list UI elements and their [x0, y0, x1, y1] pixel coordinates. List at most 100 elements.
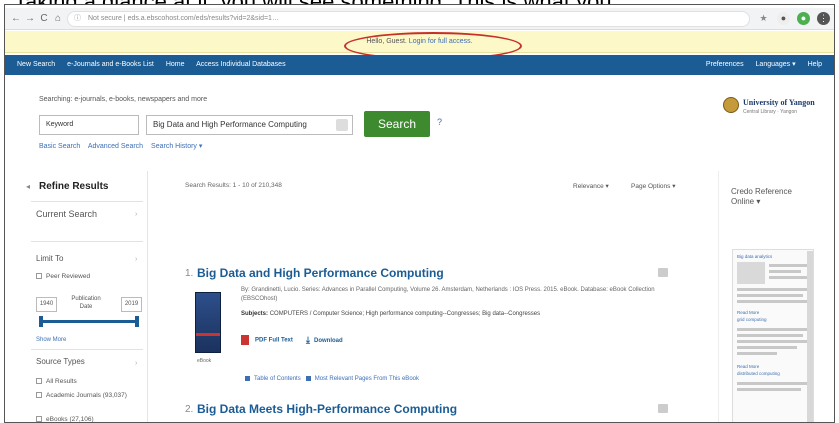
result-number: 1. — [185, 268, 194, 279]
toc-icon — [245, 376, 250, 381]
checkbox[interactable] — [36, 378, 42, 385]
checkbox[interactable] — [36, 392, 42, 399]
result-count: Search Results: 1 - 10 of 210,348 — [185, 182, 282, 189]
result-meta: By: Grandinetti, Lucio. Series: Advances… — [241, 287, 655, 302]
chevron-right-icon: › — [135, 211, 138, 218]
pdf-full-text-link[interactable]: PDF Full Text — [241, 335, 293, 345]
results-panel: Search Results: 1 - 10 of 210,348 Releva… — [165, 171, 705, 422]
search-history-link[interactable]: Search History ▾ — [151, 143, 202, 150]
text-line — [769, 264, 807, 267]
clear-icon[interactable] — [336, 119, 348, 131]
text-line — [737, 300, 807, 303]
read-more-link[interactable]: Read More — [737, 364, 759, 369]
nav-ejournals[interactable]: e-Journals and e-Books List — [67, 61, 154, 68]
text-line — [737, 334, 803, 337]
text-line — [737, 388, 801, 391]
forward-icon[interactable]: → — [23, 12, 37, 26]
basic-search-link[interactable]: Basic Search — [39, 143, 80, 150]
info-icon[interactable]: ⓘ — [74, 12, 81, 26]
year-to-input[interactable]: 2019 — [121, 297, 142, 312]
source-types-toggle[interactable]: Source Types — [36, 357, 85, 366]
nav-preferences[interactable]: Preferences — [706, 61, 744, 68]
pub-date-label: Publication Date — [71, 296, 101, 310]
text-line — [737, 382, 807, 385]
pdf-label: PDF Full Text — [255, 337, 293, 344]
university-name: University of Yangon — [743, 98, 815, 107]
nav-new-search[interactable]: New Search — [17, 61, 55, 68]
field-select[interactable]: Keyword ▾ — [39, 115, 166, 135]
relevant-pages-link[interactable]: Most Relevant Pages From This eBook — [315, 376, 419, 382]
slider-handle-min[interactable] — [39, 316, 43, 327]
relevance-dropdown[interactable]: Relevance ▾ — [573, 182, 609, 190]
date-slider[interactable] — [39, 320, 139, 323]
source-option[interactable]: Academic Journals (93,037) — [36, 392, 127, 399]
reload-icon[interactable]: C — [37, 12, 51, 26]
checkbox[interactable] — [36, 273, 42, 280]
result-title[interactable]: Big Data and High Performance Computing — [197, 266, 444, 280]
seal-icon — [723, 97, 739, 113]
browser-window: ← → C ⌂ ⓘ Not secure | eds.a.ebscohost.c… — [4, 4, 835, 423]
search-button[interactable]: Search — [364, 111, 430, 137]
toc-link[interactable]: Table of Contents — [254, 376, 301, 382]
toc-row: Table of Contents Most Relevant Pages Fr… — [245, 376, 419, 382]
collapse-icon[interactable]: ◂ — [26, 182, 30, 191]
chevron-right-icon: › — [135, 360, 138, 367]
credo-link[interactable]: grid computing — [737, 317, 767, 322]
source-option[interactable]: All Results — [36, 378, 77, 385]
source-option[interactable]: eBooks (27,106) — [36, 416, 94, 423]
browser-toolbar: ← → C ⌂ ⓘ Not secure | eds.a.ebscohost.c… — [5, 8, 834, 30]
university-logo[interactable]: University of Yangon Central Library · Y… — [723, 95, 829, 119]
checkbox[interactable] — [36, 416, 42, 422]
divider — [31, 201, 143, 202]
text-line — [737, 346, 797, 349]
download-icon: ⤓ — [306, 335, 310, 345]
extension-icon[interactable]: ● — [777, 12, 790, 25]
nav-languages[interactable]: Languages ▾ — [756, 61, 796, 68]
divider — [31, 349, 143, 350]
menu-icon[interactable]: ⋮ — [817, 12, 830, 25]
limit-to-toggle[interactable]: Limit To — [36, 254, 63, 263]
text-line — [737, 288, 807, 291]
result-number: 2. — [185, 404, 194, 415]
url-secure-label: Not secure — [88, 15, 122, 22]
share-icon[interactable] — [658, 268, 668, 277]
star-icon[interactable]: ★ — [757, 12, 770, 25]
search-input[interactable]: Big Data and High Performance Computing — [146, 115, 353, 135]
show-more-link[interactable]: Show More — [36, 337, 66, 343]
source-label: eBooks (27,106) — [46, 416, 94, 423]
year-from-input[interactable]: 1940 — [36, 297, 57, 312]
page-options-dropdown[interactable]: Page Options ▾ — [631, 182, 675, 190]
result-count-text: Search Results: 1 - 10 of 210,348 — [185, 182, 282, 189]
source-label: All Results — [46, 378, 77, 385]
result-title[interactable]: Big Data Meets High-Performance Computin… — [197, 402, 457, 416]
download-link[interactable]: ⤓ Download — [306, 335, 343, 346]
slider-handle-max[interactable] — [135, 316, 139, 327]
nav-home[interactable]: Home — [166, 61, 185, 68]
advanced-search-link[interactable]: Advanced Search — [88, 143, 143, 150]
book-cover[interactable] — [195, 292, 221, 353]
current-search-toggle[interactable]: Current Search — [36, 209, 97, 219]
credo-box: Big data analytics Read More grid comput… — [732, 249, 814, 422]
result-subjects: Subjects: COMPUTERS / Computer Science; … — [241, 311, 540, 317]
credo-title[interactable]: Credo Reference Online ▾ — [731, 187, 817, 207]
read-more-link[interactable]: Read More — [737, 310, 759, 315]
address-bar[interactable]: ⓘ Not secure | eds.a.ebscohost.com/eds/r… — [67, 11, 750, 27]
top-nav: New Search e-Journals and e-Books List H… — [5, 55, 834, 75]
back-icon[interactable]: ← — [9, 12, 23, 26]
share-icon[interactable] — [658, 404, 668, 413]
thumbnail — [737, 262, 765, 284]
home-icon[interactable]: ⌂ — [51, 12, 65, 26]
credo-link[interactable]: distributed computing — [737, 371, 780, 376]
nav-help[interactable]: Help — [808, 61, 822, 68]
refine-title: Refine Results — [39, 181, 109, 192]
peer-reviewed-option[interactable]: Peer Reviewed — [36, 273, 90, 280]
profile-icon[interactable]: ● — [797, 12, 810, 25]
nav-databases[interactable]: Access Individual Databases — [196, 61, 286, 68]
source-label: Academic Journals (93,037) — [46, 392, 127, 399]
text-line — [737, 328, 807, 331]
credo-link[interactable]: Big data analytics — [737, 254, 772, 259]
credo-scrollbar[interactable] — [807, 251, 813, 422]
ebook-label: eBook — [197, 358, 212, 364]
peer-reviewed-label: Peer Reviewed — [46, 273, 91, 280]
help-icon[interactable]: ? — [437, 117, 442, 127]
